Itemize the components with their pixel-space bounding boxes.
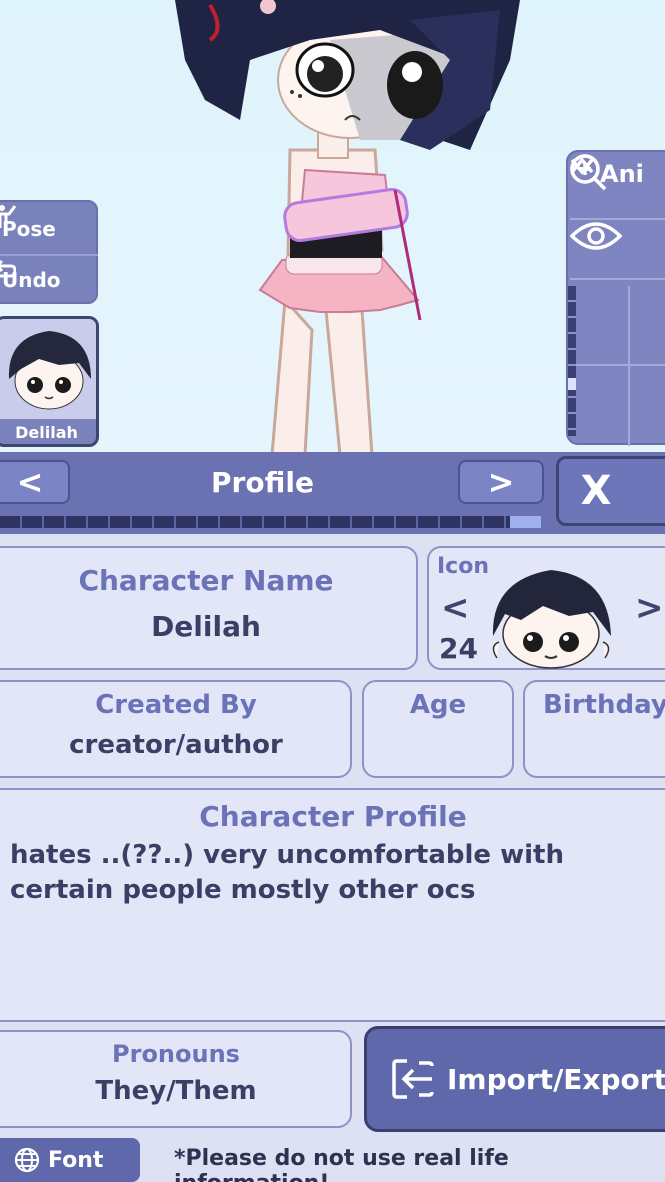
birthday-field[interactable]: Birthday: [523, 680, 665, 778]
pronouns-label: Pronouns: [112, 1040, 240, 1068]
created-by-label: Created By: [95, 690, 257, 720]
chevron-down-icon[interactable]: [568, 152, 596, 180]
pronouns-field[interactable]: Pronouns They/Them: [0, 1030, 352, 1128]
icon-next-button[interactable]: >: [635, 588, 664, 628]
pose-button[interactable]: Pose: [0, 204, 98, 254]
character-thumbnail[interactable]: Delilah: [0, 316, 99, 447]
import-export-icon: [392, 1059, 434, 1099]
profile-header: < Profile > X: [0, 452, 665, 534]
import-export-button[interactable]: Import/Export: [364, 1026, 665, 1132]
character-profile-text[interactable]: hates ..(??..) very uncomfortable with c…: [10, 838, 665, 908]
font-button[interactable]: Font: [0, 1138, 140, 1182]
icon-prev-button[interactable]: <: [441, 588, 470, 628]
page-title: Profile: [211, 466, 314, 499]
created-by-value[interactable]: creator/author: [0, 730, 350, 760]
pose-undo-panel: Pose Undo: [0, 200, 98, 304]
visibility-toggle[interactable]: [570, 218, 665, 280]
character-name-field[interactable]: Character Name Delilah: [0, 546, 418, 670]
character-profile-field[interactable]: Character Profile hates ..(??..) very un…: [0, 788, 665, 1022]
age-label: Age: [409, 690, 467, 720]
character-name-label: Character Name: [78, 564, 334, 597]
icon-selector: Icon < 24 >: [427, 546, 665, 670]
page-progress-bar: [0, 516, 541, 528]
character-name-value[interactable]: Delilah: [0, 610, 416, 643]
icon-preview: [492, 570, 611, 669]
pronouns-value[interactable]: They/Them: [0, 1076, 350, 1106]
pose-icon: [0, 205, 16, 228]
previous-page-button[interactable]: <: [0, 460, 70, 504]
profile-form: Character Name Delilah Icon < 24 > Creat…: [0, 534, 665, 1182]
privacy-note: *Please do not use real life information…: [174, 1146, 509, 1182]
undo-icon: [0, 259, 16, 278]
character-thumbnail-name: Delilah: [15, 423, 78, 442]
birthday-label: Birthday: [543, 690, 665, 720]
import-export-label: Import/Export: [447, 1062, 665, 1096]
character-profile-label: Character Profile: [199, 800, 467, 833]
created-by-field[interactable]: Created By creator/author: [0, 680, 352, 778]
undo-button[interactable]: Undo: [0, 254, 98, 304]
view-controls-panel: Ani: [566, 150, 665, 446]
character-stage[interactable]: Pose Undo Delilah Ani: [0, 0, 665, 455]
next-page-button[interactable]: >: [458, 460, 544, 504]
globe-icon: [14, 1147, 40, 1173]
font-label: Font: [48, 1147, 104, 1173]
zoom-slider-knob[interactable]: [568, 378, 576, 390]
zoom-slider[interactable]: [568, 286, 576, 436]
age-field[interactable]: Age: [362, 680, 514, 778]
character-avatar: [8, 331, 92, 410]
icon-number: 24: [439, 632, 478, 665]
eye-icon: [570, 222, 622, 250]
close-button[interactable]: X: [556, 456, 665, 526]
